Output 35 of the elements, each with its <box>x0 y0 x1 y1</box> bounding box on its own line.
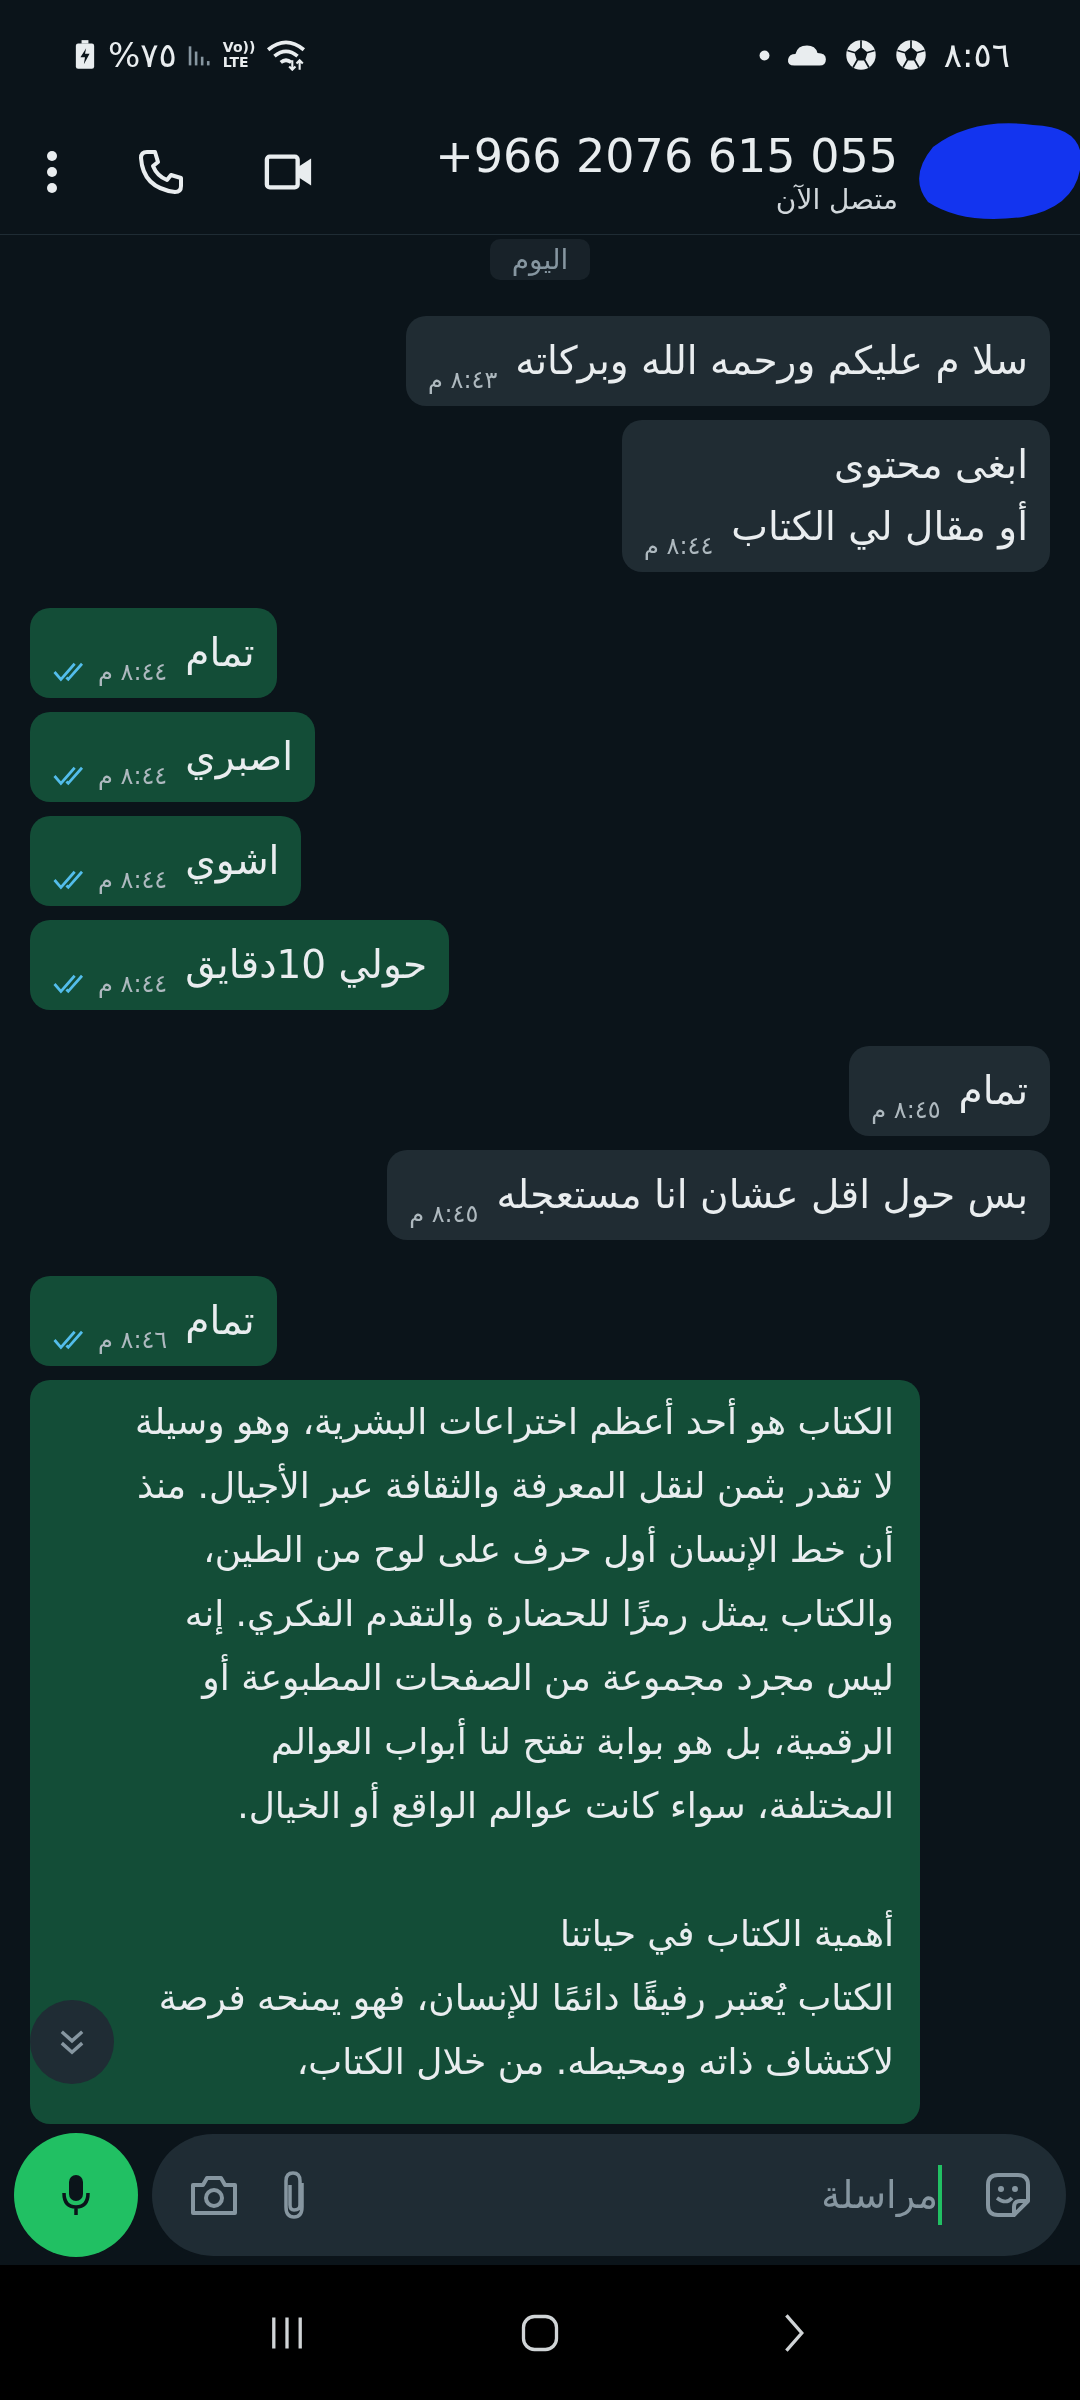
soccer-ball-icon <box>843 38 878 72</box>
message-text: ابغى محتوى أو مقال لي الكتاب <box>731 441 1028 552</box>
message-time: ٨:٤٤ م <box>98 658 168 686</box>
microphone-icon <box>61 2173 91 2217</box>
status-time: ٨:٥٦ <box>943 35 1010 75</box>
message-text: تمام <box>185 1297 255 1345</box>
message-time: ٨:٤٥ م <box>871 1096 941 1124</box>
volte-label: Vo)) <box>222 40 256 55</box>
more-options-icon[interactable] <box>46 150 58 194</box>
message-time: ٨:٤٦ م <box>98 1326 168 1354</box>
message-time: ٨:٤٤ م <box>98 970 168 998</box>
message-text: اشوي <box>185 837 280 886</box>
message-text: تمام <box>958 1067 1028 1115</box>
dot-icon <box>758 49 770 61</box>
message-text: سلا م عليكم ورحمه الله وبركاته <box>515 337 1028 386</box>
message-text: حولي 10دقايق <box>185 941 428 990</box>
message-text: بس حول اقل عشان انا مستعجله <box>496 1171 1028 1220</box>
message-time: ٨:٤٤ م <box>644 532 714 560</box>
message-text: اصبري <box>185 733 294 782</box>
message-time: ٨:٤٤ م <box>98 866 168 894</box>
message-text: تمام <box>185 629 255 677</box>
message-input-field[interactable]: مراسلة <box>350 2173 938 2217</box>
text-cursor <box>938 2165 942 2225</box>
battery-percentage: %٧٥ <box>108 35 177 75</box>
soccer-ball-icon <box>893 38 928 72</box>
message-time: ٨:٤٤ م <box>98 762 168 790</box>
contact-phone-number[interactable]: +966 2076 615 055 <box>435 128 898 183</box>
message-time: ٨:٤٥ م <box>409 1200 479 1228</box>
message-text: الكتاب هو أحد أعظم اختراعات البشرية، وهو وسيلة لا تقدر بثمن لنقل المعرفة والثقافة عبر الأجيال. منذ أن خط الإنسان أول حرف على لوح من الطين، والكتاب يمثل رمزًا للحضارة والتقدم الفكري. إنه ليس مجرد مجموعة من الصفحات المطبوعة أو الرقمية، بل هو بوابة تفتح لنا أبواب العوالم المختلفة، سواء كانت عوالم الواقع أو الخيال. أهمية الكتاب في حياتنا الكتاب يُعتبر رفيقًا دائمًا للإنسان، فهو يمنحه فرصة لاكتشاف ذاته ومحيطه. من خلال الكتاب، <box>130 1390 894 2094</box>
lte-label: LTE <box>222 55 249 70</box>
wifi-icon <box>265 39 308 71</box>
message-time: ٨:٤٣ م <box>428 366 498 394</box>
phone-call-icon[interactable] <box>136 148 186 196</box>
date-chip: اليوم <box>489 239 591 280</box>
online-status: متصل الآن <box>775 182 898 216</box>
